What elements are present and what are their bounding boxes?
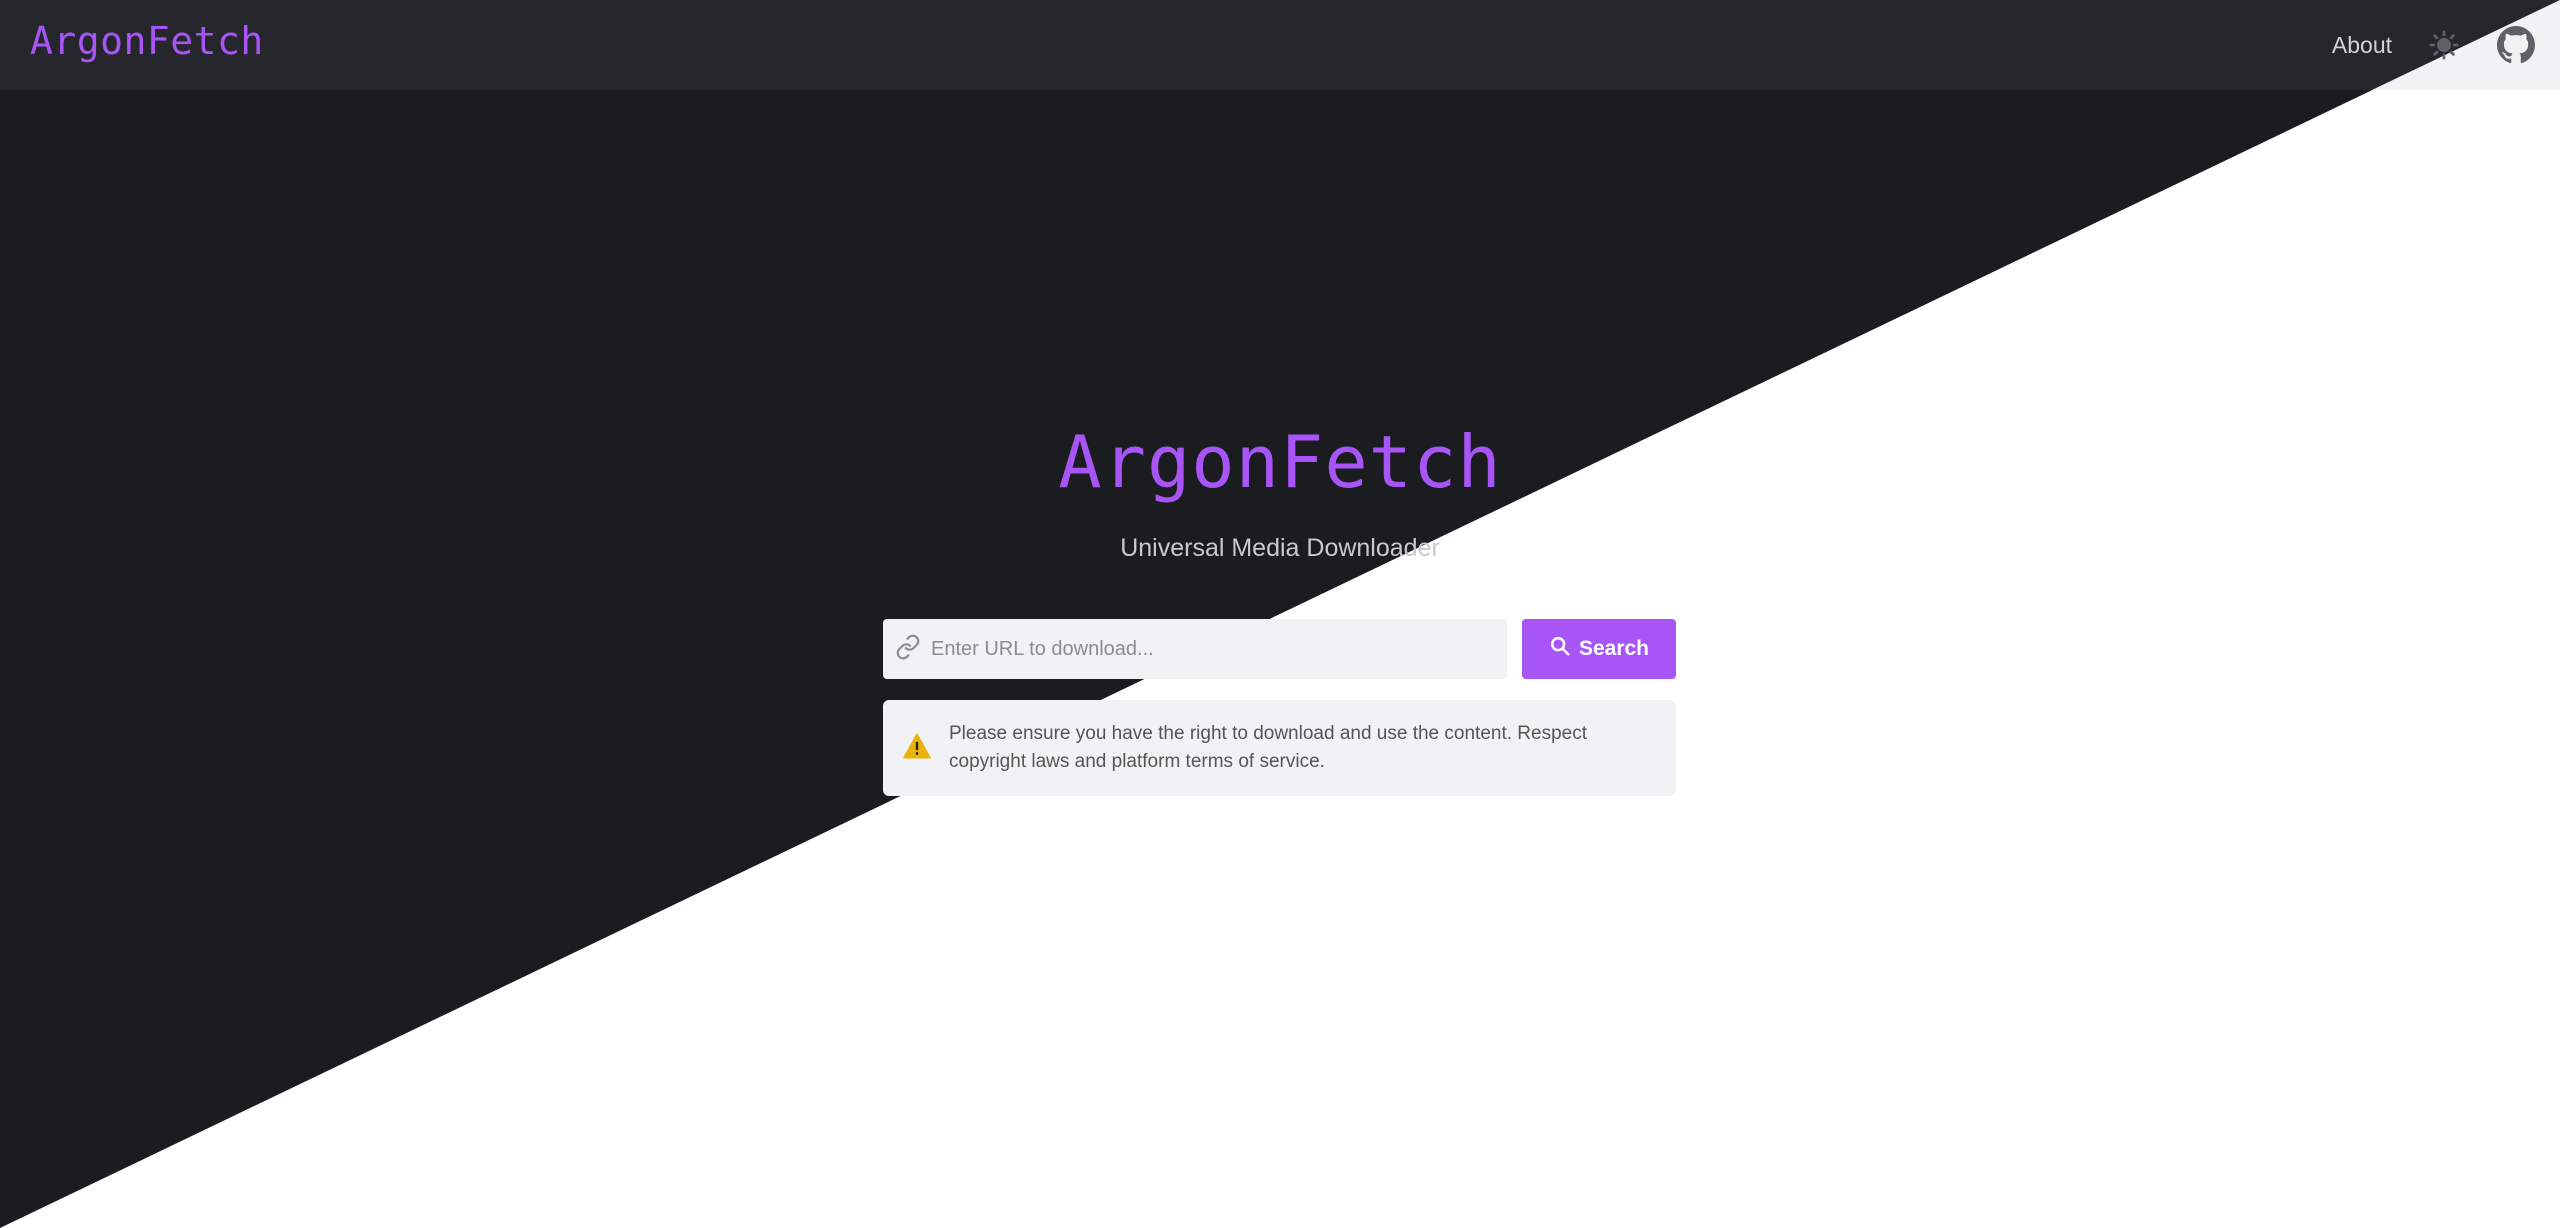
search-icon <box>1549 635 1571 663</box>
background-dark <box>0 0 2560 1228</box>
sun-icon[interactable] <box>2424 25 2464 65</box>
about-link[interactable]: About <box>2332 32 2392 59</box>
hero-subtitle: Universal Media Downloader <box>1120 534 1440 562</box>
notice-text: Please ensure you have the right to down… <box>949 723 1587 772</box>
hero-title: ArgonFetch <box>1058 420 1502 504</box>
hero: ArgonFetch Universal Media Downloader <box>0 420 2560 563</box>
copyright-notice: Please ensure you have the right to down… <box>883 700 1676 796</box>
url-input-wrapper[interactable] <box>883 619 1507 679</box>
warning-icon <box>903 733 931 763</box>
nav-actions: About <box>2332 0 2536 90</box>
search-row: Search <box>883 619 1676 679</box>
search-button-label: Search <box>1578 637 1650 660</box>
navbar <box>0 0 2560 90</box>
brand-logo[interactable]: ArgonFetch <box>30 19 264 63</box>
github-icon[interactable] <box>2496 25 2536 65</box>
link-icon <box>895 634 921 664</box>
url-input[interactable] <box>931 619 1507 679</box>
search-button[interactable]: Search <box>1522 619 1676 679</box>
